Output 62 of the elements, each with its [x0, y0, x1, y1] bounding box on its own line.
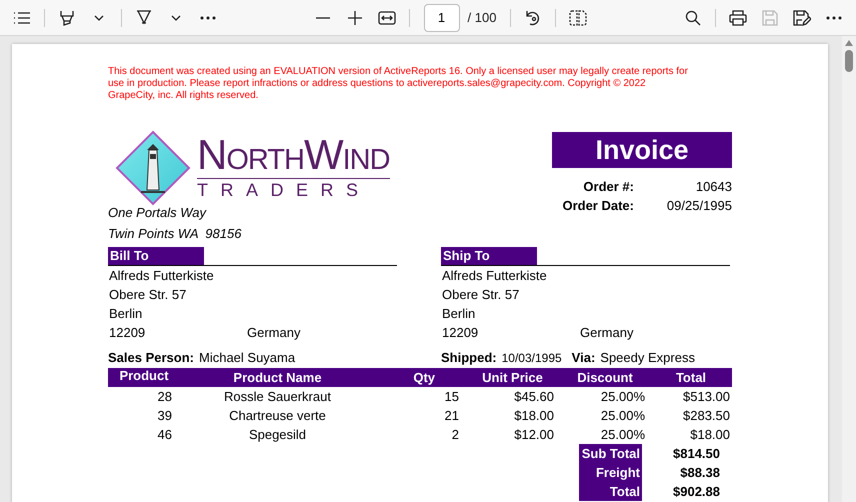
total-value: $902.88 — [672, 483, 721, 501]
total-value: $814.50 — [672, 445, 721, 463]
field-label: Order Date: — [561, 197, 634, 215]
address-line: Obere Str. 57 — [108, 286, 188, 304]
column-header: Product Name — [180, 368, 375, 387]
field-label: Order #: — [582, 178, 634, 196]
table-cell-text: Chartreuse verte — [228, 407, 327, 425]
table-cell-text: 39 — [156, 407, 173, 425]
table-cell-text: 21 — [444, 407, 460, 425]
field-label: Shipped: — [441, 350, 497, 366]
postal-code: 12209 — [442, 324, 480, 342]
address-line: Alfreds Futterkiste — [441, 267, 548, 285]
total-label: Freight — [579, 463, 642, 482]
page-number-field[interactable]: 1 — [424, 4, 460, 32]
field-value: 10643 — [694, 178, 732, 196]
table-cell-text: $18.00 — [513, 407, 555, 425]
table-cell-text: 25.00% — [600, 388, 646, 406]
table-cell-text: $12.00 — [513, 426, 555, 444]
section-heading: Ship To — [441, 247, 537, 265]
total-label: Sub Total — [579, 444, 642, 463]
field-value: Michael Suyama — [199, 350, 296, 366]
column-header: Discount — [560, 368, 650, 387]
column-header: Unit Price — [465, 368, 560, 387]
address-line: Berlin — [108, 305, 144, 323]
table-cell-text: $18.00 — [689, 426, 731, 444]
company-address: Twin Points WA 98156 — [108, 225, 242, 243]
invoice-title: Invoice — [552, 132, 732, 168]
country: Germany — [580, 324, 634, 342]
address-line: Berlin — [441, 305, 476, 323]
logo-wordmark: NorthWind — [197, 135, 390, 179]
table-cell-text: 2 — [450, 426, 460, 444]
table-cell-text: Spegesild — [248, 426, 308, 444]
field-value: 10/03/1995 — [502, 350, 562, 366]
table-cell-text: $45.60 — [513, 388, 555, 406]
field-value: 09/25/1995 — [666, 197, 732, 215]
column-header: Product — [108, 368, 180, 387]
country: Germany — [247, 324, 300, 342]
field-label: Sales Person: — [108, 350, 194, 366]
table-cell-text: $513.00 — [682, 388, 731, 406]
table-cell-text: Rossle Sauerkraut — [223, 388, 332, 406]
evaluation-notice: This document was created using an EVALUATION version of ActiveReports 16. Only a licensed user may legally create reports for use in production. Please report infractions or address questions to activereports.sales@grapecity.com. Copyright © 2022 GrapeCity, inc. All rights reserved. — [108, 66, 688, 102]
section-heading: Bill To — [108, 247, 204, 265]
table-cell-text: $283.50 — [682, 407, 731, 425]
scrollbar[interactable] — [842, 36, 856, 502]
company-address: One Portals Way — [108, 204, 208, 222]
column-header: Qty — [375, 368, 465, 387]
postal-code: 12209 — [109, 324, 146, 342]
field-label: Via: — [572, 350, 596, 366]
total-label: Total — [579, 482, 642, 501]
table-cell-text: 46 — [156, 426, 173, 444]
lighthouse-logo-icon — [115, 130, 191, 206]
address-line: Obere Str. 57 — [441, 286, 520, 304]
logo-tagline: TRADERS — [197, 179, 372, 201]
table-cell-text: 25.00% — [600, 426, 646, 444]
table-cell-text: 15 — [444, 388, 460, 406]
table-cell-text: 28 — [156, 388, 173, 406]
field-value: Speedy Express — [600, 350, 695, 366]
address-line: Alfreds Futterkiste — [108, 267, 215, 285]
table-cell-text: 25.00% — [600, 407, 646, 425]
page-count: / 100 — [468, 10, 496, 25]
total-value: $88.38 — [679, 464, 721, 482]
column-header: Total — [650, 368, 732, 387]
